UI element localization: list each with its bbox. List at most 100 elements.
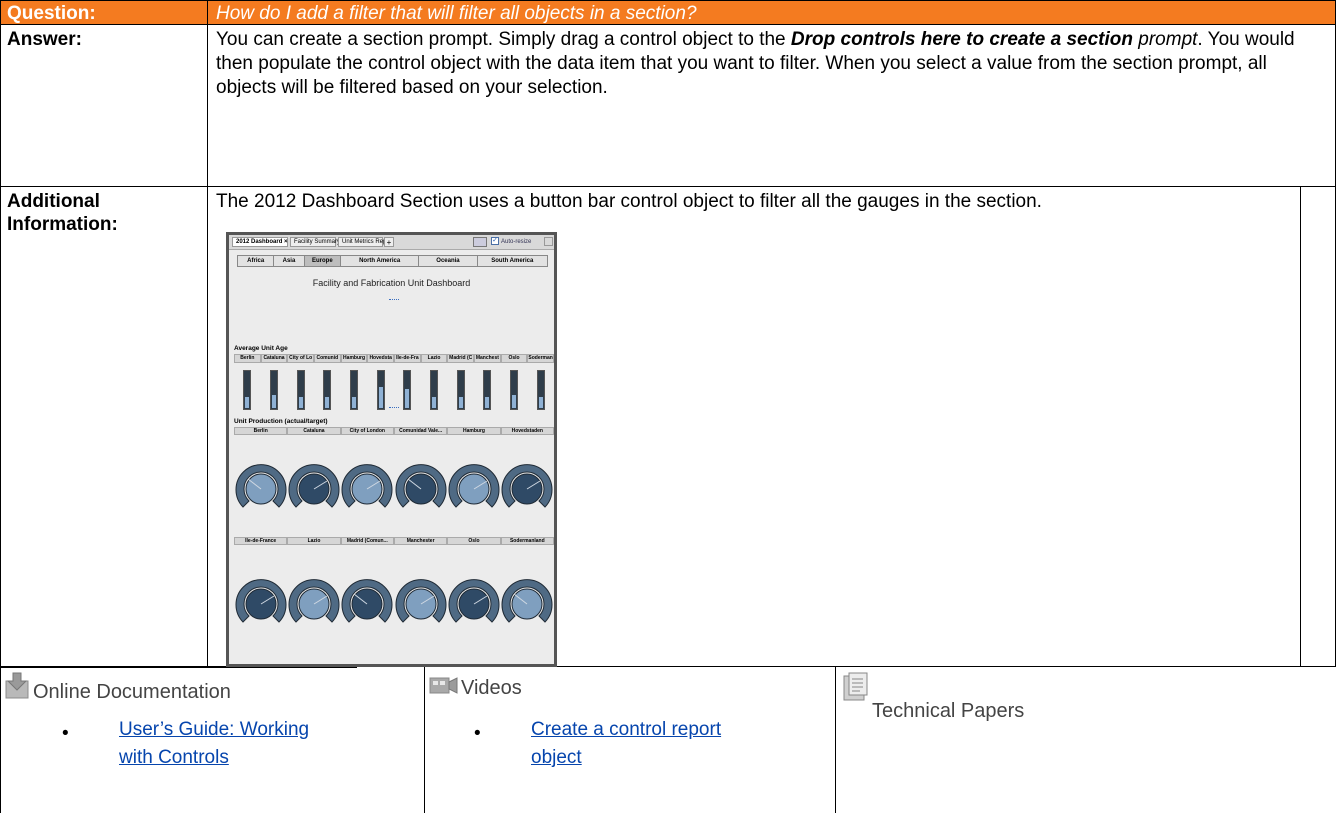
age-city-header: Berlin	[234, 354, 261, 363]
region-button: Asia	[273, 255, 305, 267]
age-bar-cell	[287, 370, 314, 412]
gauge-cell	[447, 460, 500, 516]
age-bar-gauge	[536, 370, 545, 410]
gauge-cell	[501, 460, 554, 516]
age-bar-cell	[447, 370, 474, 412]
minimize-icon	[544, 237, 553, 246]
age-bar-fill	[538, 397, 543, 408]
age-bar-cell	[501, 370, 528, 412]
age-bar-fill	[272, 395, 276, 408]
drop-zone-marker	[389, 299, 399, 302]
answer-part1: You can create a section prompt. Simply …	[216, 29, 791, 50]
age-bar-gauge	[350, 370, 359, 410]
region-button: South America	[476, 255, 548, 267]
dial-gauge	[501, 464, 553, 508]
gauge-cell	[394, 460, 447, 516]
users-guide-link-line1[interactable]: User’s Guide: Working	[119, 719, 309, 740]
production-city-header: Manchester	[393, 537, 448, 545]
layout-icon	[473, 237, 487, 247]
tab-unit-metrics-report: Unit Metrics Report	[338, 237, 393, 247]
age-city-header: City of Lo	[287, 354, 315, 363]
video-camera-icon	[429, 677, 458, 694]
production-city-header: Ile-de-France	[234, 537, 288, 545]
video-link-line1[interactable]: Create a control report	[531, 719, 721, 740]
age-bar-cell	[234, 370, 261, 412]
region-button-bar: Africa Asia Europe North America Oceania…	[237, 255, 548, 267]
age-bar-cell	[394, 370, 421, 412]
dial-gauge	[395, 464, 447, 508]
region-button: North America	[339, 255, 420, 267]
dial-gauge	[235, 464, 287, 508]
dial-gauge	[501, 579, 553, 623]
age-bar-cell	[474, 370, 501, 412]
age-bar-gauge	[376, 370, 385, 410]
age-bar-fill	[352, 397, 357, 408]
age-city-header: Sodermanl	[527, 354, 555, 363]
age-bar-gauge	[483, 370, 492, 410]
age-bar-fill	[405, 389, 410, 408]
dial-gauge	[448, 464, 500, 508]
age-bar-gauge	[430, 370, 439, 410]
checkbox-icon: ✓	[491, 237, 499, 245]
age-city-header: Hamburg	[340, 354, 368, 363]
region-button: Oceania	[418, 255, 478, 267]
age-bar-gauge	[296, 370, 305, 410]
dial-gauge	[341, 464, 393, 508]
gauge-cell	[447, 575, 500, 631]
region-button: Africa	[237, 255, 275, 267]
column-divider	[1, 667, 357, 668]
users-guide-link[interactable]: User’s Guide: Working with Controls	[119, 716, 309, 772]
age-bar-cell	[341, 370, 368, 412]
create-control-report-link[interactable]: Create a control report object	[531, 716, 721, 772]
tab-facility-summary: Facility Summary	[290, 237, 340, 247]
additional-info-label: Additional Information:	[1, 187, 208, 666]
online-documentation-column: Online Documentation • User’s Guide: Wor…	[0, 667, 424, 813]
additional-info-row: Additional Information: The 2012 Dashboa…	[0, 187, 1336, 667]
production-city-header: Hovedstaden	[500, 427, 554, 435]
question-row: Question: How do I add a filter that wil…	[0, 0, 1336, 25]
age-bar-cell	[261, 370, 288, 412]
production-city-header: Lazio	[287, 537, 341, 545]
answer-text: You can create a section prompt. Simply …	[208, 25, 1335, 186]
gauge-cell	[234, 575, 287, 631]
region-button-selected: Europe	[303, 255, 341, 267]
age-bar-fill	[432, 397, 437, 408]
age-bar-gauge	[456, 370, 465, 410]
additional-label-line2: Information:	[7, 214, 118, 235]
video-link-line2[interactable]: object	[531, 747, 582, 768]
age-city-header: Cataluna	[260, 354, 288, 363]
production-city-header: Berlin	[234, 427, 288, 435]
tab-2012-dashboard: 2012 Dashboard ×	[232, 237, 288, 247]
age-bar-fill	[512, 395, 517, 408]
age-city-header: Hovedsta	[367, 354, 395, 363]
section-tab-bar: 2012 Dashboard × Facility Summary Unit M…	[229, 235, 554, 250]
add-tab-icon: +	[384, 237, 394, 247]
age-bar-fill	[378, 387, 383, 408]
age-city-header: Lazio	[420, 354, 448, 363]
age-city-headers: Berlin Cataluna City of Lo Comunid Hamburg Ho…	[234, 354, 554, 363]
production-city-header: Comunidad Vale...	[393, 427, 448, 435]
unit-production-label: Unit Production (actual/target)	[234, 418, 328, 425]
gauge-cell	[287, 460, 340, 516]
technical-papers-column: Technical Papers	[835, 667, 1336, 813]
drop-zone-marker	[389, 407, 399, 410]
dashboard-screenshot: 2012 Dashboard × Facility Summary Unit M…	[226, 232, 557, 667]
age-city-header: Manchest	[474, 354, 501, 363]
answer-prompt-word: prompt	[1133, 29, 1198, 50]
age-bar-gauge	[243, 370, 252, 410]
gauge-cell	[341, 575, 394, 631]
age-bar-cell	[527, 370, 554, 412]
production-city-headers-row2: Ile-de-France Lazio Madrid (Comun... Manche…	[234, 537, 554, 545]
dashboard-title: Facility and Fabrication Unit Dashboard	[312, 278, 471, 288]
additional-label-line1: Additional	[7, 191, 100, 212]
age-bar-gauge	[403, 370, 412, 410]
production-gauges-row2	[234, 575, 554, 631]
age-city-header: Comunid	[314, 354, 341, 363]
question-text: How do I add a filter that will filter a…	[216, 3, 697, 24]
average-unit-age-label: Average Unit Age	[234, 345, 288, 352]
videos-column: Videos • Create a control report object	[424, 667, 835, 813]
answer-emphasis: Drop controls here to create a section	[790, 29, 1133, 50]
dial-gauge	[235, 579, 287, 623]
bullet: •	[474, 723, 481, 744]
users-guide-link-line2[interactable]: with Controls	[119, 747, 229, 768]
